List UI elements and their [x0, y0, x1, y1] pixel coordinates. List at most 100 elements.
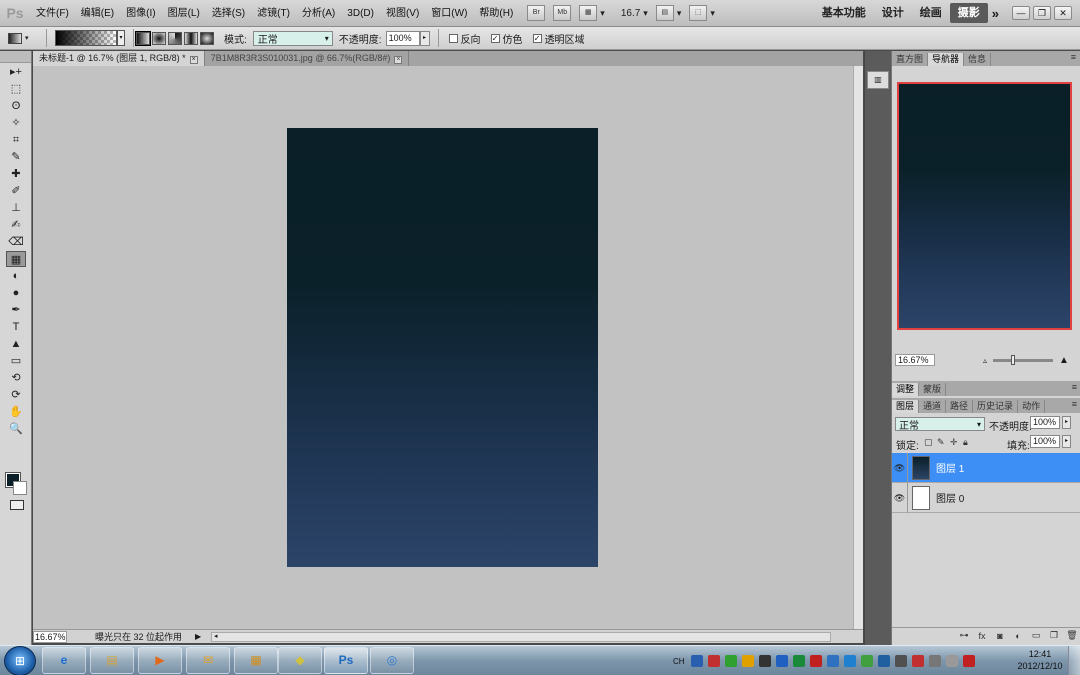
file-manager-icon[interactable]: ▦ [234, 647, 278, 674]
type-tool-icon[interactable]: T [6, 319, 26, 335]
app-tray-icon[interactable] [894, 655, 907, 667]
navigator-preview[interactable] [897, 82, 1072, 330]
workspace-painting[interactable]: 绘画 [912, 3, 950, 23]
close-icon[interactable]: × [189, 56, 198, 64]
lock-position-icon[interactable]: ✛ [950, 437, 958, 448]
show-desktop-button[interactable] [1068, 646, 1080, 675]
layer-row[interactable]: 👁︎ 图层 0 [892, 482, 1080, 513]
lock-all-icon[interactable]: 🔒︎ [963, 437, 968, 448]
shape-tool-icon[interactable]: ▭ [6, 353, 26, 369]
mini-bridge-button[interactable]: Mb [553, 5, 572, 21]
tab-history[interactable]: 历史记录 [973, 400, 1019, 413]
eye-icon[interactable]: 👁︎ [892, 452, 908, 483]
eye-icon[interactable]: 👁︎ [892, 482, 908, 513]
slider-thumb[interactable] [1011, 354, 1016, 365]
notes-icon[interactable]: ◆ [278, 647, 322, 674]
workspace-photography[interactable]: 摄影 [949, 3, 988, 23]
explorer-icon[interactable]: ▤ [90, 647, 134, 674]
photoshop-taskbar-icon[interactable]: Ps [324, 647, 368, 674]
marquee-tool-icon[interactable]: ⬚ [6, 81, 26, 97]
hand-tool-icon[interactable]: ✋ [6, 404, 26, 420]
minimize-button[interactable]: — [1012, 6, 1030, 20]
healing-tool-icon[interactable]: ✚ [6, 166, 26, 182]
layer-opacity-field[interactable]: 100% [1030, 416, 1060, 429]
workspace-more-button[interactable]: » [992, 6, 999, 21]
new-layer-icon[interactable]: ❐ [1045, 630, 1063, 641]
close-button[interactable]: ✕ [1054, 6, 1072, 20]
toolbox-header[interactable] [0, 51, 31, 63]
angle-gradient-button[interactable] [168, 31, 182, 45]
menu-select[interactable]: 选择(S) [206, 0, 251, 27]
dither-checkbox[interactable]: ✓ [490, 33, 500, 43]
opacity-field[interactable]: 100% [385, 30, 420, 46]
tab-histogram[interactable]: 直方图 [892, 53, 929, 66]
gradient-tool-icon[interactable]: ▦ [6, 251, 26, 267]
language-indicator[interactable]: CH [673, 657, 685, 666]
app-tray-icon[interactable] [741, 655, 754, 667]
doc-tab-untitled[interactable]: 未标题-1 @ 16.7% (图层 1, RGB/8) * × [33, 51, 205, 66]
gradient-preview[interactable] [55, 30, 117, 46]
transparency-checkbox[interactable]: ✓ [532, 33, 542, 43]
layer-row[interactable]: 👁︎ 图层 1 [892, 452, 1080, 483]
gradient-dropdown-button[interactable]: ▾ [117, 30, 125, 46]
zoom-out-icon[interactable]: ▵ [983, 356, 987, 365]
canvas-workspace[interactable] [33, 66, 853, 629]
menu-file[interactable]: 文件(F) [30, 0, 75, 27]
trash-icon[interactable]: 🗑︎ [1063, 630, 1080, 641]
link-icon[interactable]: ⊶ [955, 630, 973, 641]
workspace-essentials[interactable]: 基本功能 [814, 3, 874, 23]
tab-channels[interactable]: 通道 [919, 400, 947, 413]
tab-navigator[interactable]: 导航器 [928, 53, 965, 66]
lock-image-icon[interactable]: ✎ [937, 437, 945, 448]
dodge-tool-icon[interactable]: ● [6, 285, 26, 301]
chevron-down-icon[interactable]: ▾ [677, 8, 682, 19]
mask-icon[interactable]: ◙ [991, 631, 1009, 641]
panel-menu-icon[interactable]: ≡ [1072, 382, 1077, 392]
menu-layer[interactable]: 图层(L) [162, 0, 206, 27]
volume-icon[interactable] [962, 655, 975, 667]
zoom-in-icon[interactable]: ▲ [1059, 355, 1069, 366]
app-tray-icon[interactable] [911, 655, 924, 667]
chevron-down-icon[interactable]: ▾ [600, 8, 605, 19]
media-player-icon[interactable]: ▶ [138, 647, 182, 674]
background-color-swatch[interactable] [13, 481, 27, 495]
start-button[interactable]: ⊞ [4, 646, 36, 675]
blur-tool-icon[interactable]: ◐ [6, 268, 26, 284]
app-tray-icon[interactable] [843, 655, 856, 667]
menu-window[interactable]: 窗口(W) [425, 0, 473, 27]
menu-3d[interactable]: 3D(D) [341, 0, 380, 27]
outlook-icon[interactable]: ✉ [186, 647, 230, 674]
tab-paths[interactable]: 路径 [946, 400, 974, 413]
app-tray-icon[interactable] [724, 655, 737, 667]
help-icon[interactable] [690, 655, 703, 667]
eyedropper-tool-icon[interactable]: ✎ [6, 149, 26, 165]
clock[interactable]: 12:41 2012/12/10 [1012, 648, 1068, 672]
app-tray-icon[interactable] [792, 655, 805, 667]
fill-slider-button[interactable]: ▸ [1062, 435, 1071, 448]
app-tray-icon[interactable] [775, 655, 788, 667]
linear-gradient-button[interactable] [135, 30, 151, 46]
app-tray-icon[interactable] [860, 655, 873, 667]
app-tray-icon[interactable] [877, 655, 890, 667]
eraser-tool-icon[interactable]: ⌫ [6, 234, 26, 250]
tab-info[interactable]: 信息 [964, 53, 992, 66]
view-extras-button[interactable]: ▦ [579, 5, 598, 21]
navigator-zoom-slider[interactable] [993, 354, 1054, 365]
chevron-down-icon[interactable]: ▾ [710, 8, 715, 19]
status-zoom-field[interactable]: 16.67% [33, 630, 67, 643]
pen-tool-icon[interactable]: ✒ [6, 302, 26, 318]
doc-tab-jpg[interactable]: 7B1M8R3R3S010031.jpg @ 66.7%(RGB/8#) × [205, 51, 410, 66]
fill-field[interactable]: 100% [1030, 435, 1060, 448]
document-canvas[interactable] [287, 128, 598, 567]
app-tray-icon[interactable] [707, 655, 720, 667]
tab-layers[interactable]: 图层 [892, 400, 920, 413]
zoom-level[interactable]: 16.7 [621, 8, 640, 19]
bridge-button[interactable]: Br [527, 5, 546, 21]
fx-icon[interactable]: fx [973, 631, 991, 641]
tool-preset-picker[interactable]: ▾ [8, 30, 38, 47]
restore-button[interactable]: ❐ [1033, 6, 1051, 20]
panel-menu-icon[interactable]: ≡ [1072, 399, 1077, 409]
group-icon[interactable]: ▭ [1027, 630, 1045, 641]
diamond-gradient-button[interactable] [200, 31, 214, 45]
status-menu-arrow[interactable]: ▶ [195, 632, 205, 641]
